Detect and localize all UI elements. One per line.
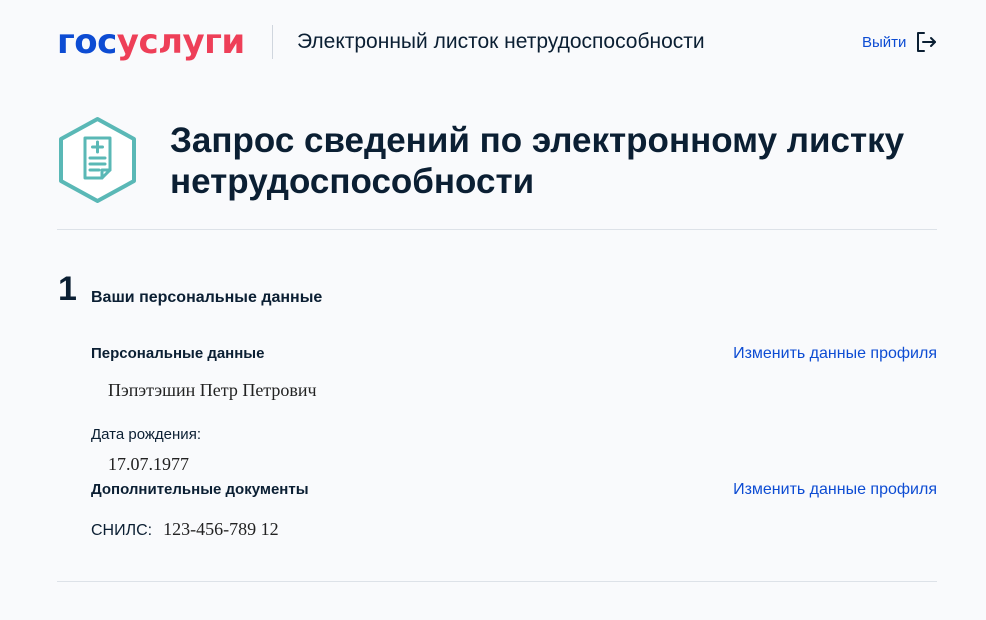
full-name-value: Пэпэтэшин Петр Петрович xyxy=(108,380,317,400)
step-number: 1 xyxy=(58,270,77,308)
logout-button[interactable]: Выйти xyxy=(862,30,938,54)
personal-data-label: Персональные данные xyxy=(91,345,265,362)
logout-icon xyxy=(917,32,937,52)
service-title: Электронный листок нетрудоспособности xyxy=(297,30,705,53)
header: госуслуги Электронный листок нетрудоспос… xyxy=(0,0,986,86)
document-icon xyxy=(59,117,136,203)
logo-part-uslugi: услуги xyxy=(116,22,245,62)
additional-documents-label: Дополнительные документы xyxy=(91,481,309,498)
snils-value: 123-456-789 12 xyxy=(163,519,279,539)
snils-row: СНИЛС: 123-456-789 12 xyxy=(91,519,279,541)
logo-part-gos: гос xyxy=(57,22,117,62)
header-divider xyxy=(272,25,273,59)
step-title: Ваши персональные данные xyxy=(91,289,323,306)
birth-date-value: 17.07.1977 xyxy=(108,454,189,474)
edit-profile-link-documents[interactable]: Изменить данные профиля xyxy=(733,481,937,499)
snils-label: СНИЛС: xyxy=(91,522,153,539)
page-title: Запрос сведений по электронному листку н… xyxy=(170,121,905,201)
section-divider-bottom xyxy=(57,581,937,582)
edit-profile-link[interactable]: Изменить данные профиля xyxy=(733,345,937,363)
birth-date-label: Дата рождения: xyxy=(91,426,201,443)
logout-label: Выйти xyxy=(862,33,907,51)
section-divider-top xyxy=(57,229,937,230)
gosuslugi-logo[interactable]: госуслуги xyxy=(57,20,245,64)
